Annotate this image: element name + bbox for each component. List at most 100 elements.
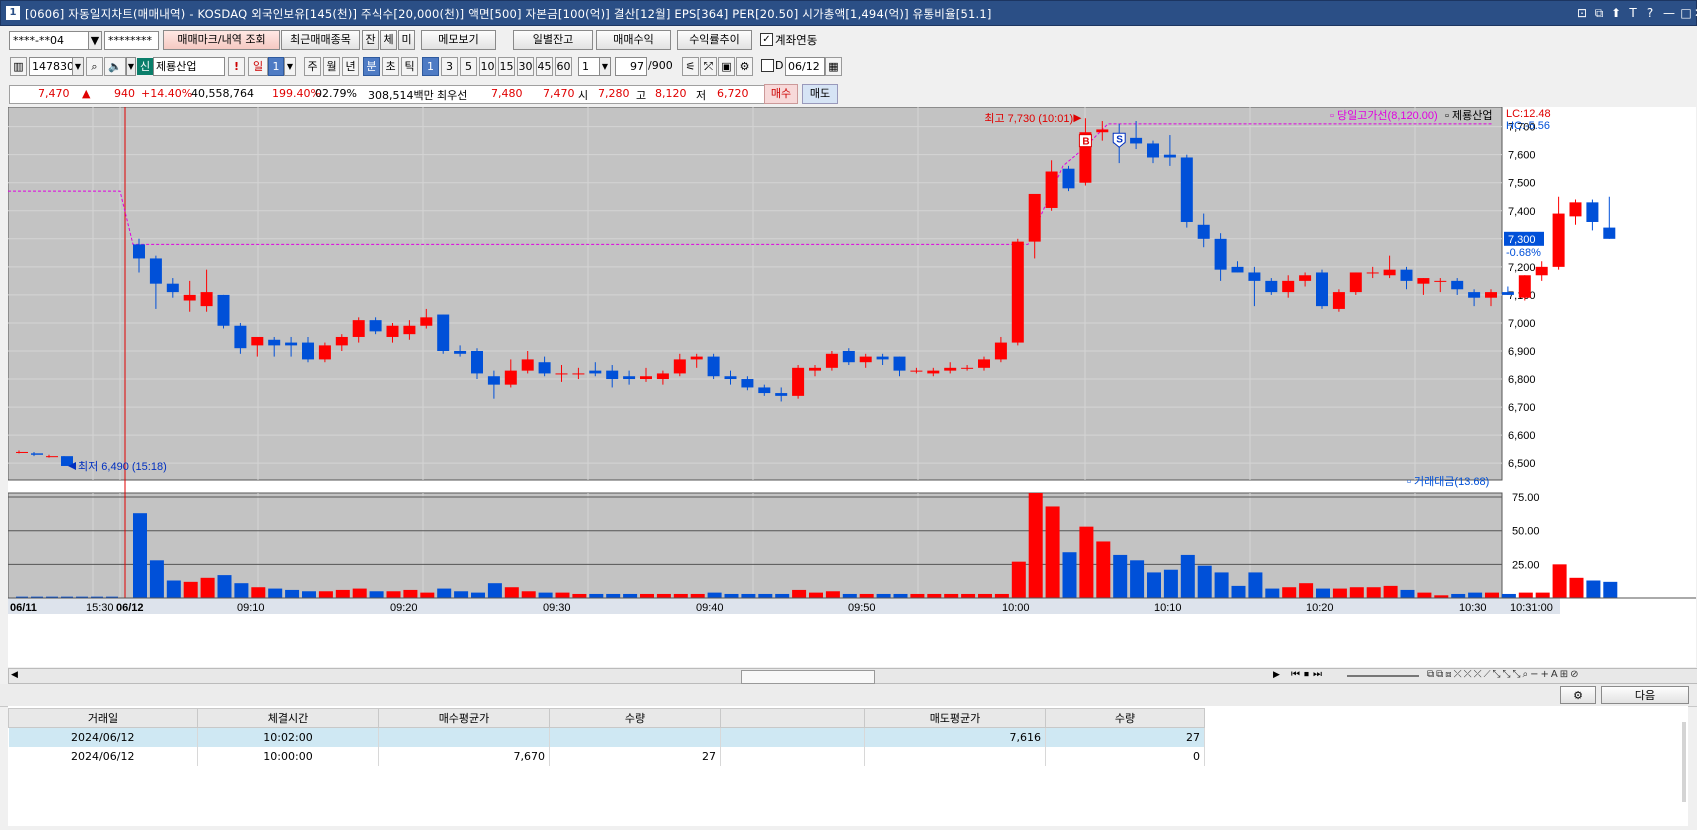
scroll-thumb[interactable] <box>741 670 875 684</box>
interval-15-button[interactable]: 15 <box>498 57 515 76</box>
candle-body <box>690 356 703 360</box>
interval-45-button[interactable]: 45 <box>536 57 553 76</box>
volume-bar <box>876 593 891 598</box>
period-value-field[interactable]: 1 <box>268 57 284 76</box>
col-exec-time[interactable]: 체결시간 <box>197 708 379 728</box>
window-font-icon[interactable]: T <box>1625 5 1641 21</box>
col-trade-date[interactable]: 거래일 <box>8 708 198 728</box>
chart-drawing-tools[interactable]: ⧉⧉⧈⤫⤫⤫⟋⤡⤡⤡⌕−+A⊞⊘ <box>1427 669 1581 680</box>
window-help-icon[interactable]: ? <box>1642 5 1658 21</box>
col-sell-qty[interactable]: 수량 <box>1045 708 1205 728</box>
best-quote-label: 최우선 <box>437 89 468 102</box>
date-field[interactable]: 06/12 <box>785 57 825 76</box>
volume-bar <box>454 591 469 598</box>
executed-button[interactable]: 체 <box>380 30 397 50</box>
count-select[interactable]: 1 <box>578 57 600 76</box>
date-checkbox-label: D <box>775 59 784 72</box>
candle-body <box>285 342 298 346</box>
memo-view-button[interactable]: 메모보기 <box>421 30 496 50</box>
col-sell-avg[interactable]: 매도평균가 <box>864 708 1046 728</box>
cell-date: 2024/06/12 <box>8 747 198 766</box>
table-row[interactable]: 2024/06/12 10:00:00 7,670 27 0 <box>8 747 1205 766</box>
chart-area[interactable]: 7,7007,6007,5007,4007,3007,2007,1007,000… <box>7 106 1696 699</box>
balance-button[interactable]: 잔 <box>362 30 379 50</box>
period-minute-button[interactable]: 분 <box>363 57 380 76</box>
interval-10-button[interactable]: 10 <box>479 57 496 76</box>
count-current-field[interactable]: 97 <box>615 57 647 76</box>
window-app-icon[interactable]: 1 <box>6 6 20 20</box>
daily-balance-button[interactable]: 일별잔고 <box>513 30 593 50</box>
buy-button[interactable]: 매수 <box>764 84 798 104</box>
alert-button[interactable]: ! <box>228 57 245 76</box>
new-listing-badge: 신 <box>137 58 153 75</box>
sound-dropdown-icon[interactable]: ▼ <box>126 57 136 76</box>
period-dropdown-icon[interactable]: ▼ <box>284 57 296 76</box>
interval-60-button[interactable]: 60 <box>555 57 572 76</box>
volume-tick-label: 25.00 <box>1512 559 1540 571</box>
candle-body <box>268 339 281 346</box>
volume-bar <box>1214 572 1229 598</box>
table-vertical-scrollbar[interactable] <box>1682 722 1686 802</box>
volume-bar <box>809 592 823 598</box>
window-tile-icon[interactable]: ⊡ <box>1574 5 1590 21</box>
volume-bar <box>1316 588 1330 598</box>
col-buy-avg[interactable]: 매수평균가 <box>378 708 550 728</box>
high-annotation: 최고 7,730 (10:01) <box>984 112 1073 125</box>
trade-profit-button[interactable]: 매매수익 <box>596 30 671 50</box>
col-buy-qty[interactable]: 수량 <box>549 708 721 728</box>
stock-code-field[interactable]: 147830 <box>29 57 73 76</box>
period-tick-button[interactable]: 틱 <box>401 57 418 76</box>
interval-3-button[interactable]: 3 <box>441 57 458 76</box>
best-bid-price: 7,470 <box>543 87 575 100</box>
chart-tools-icon[interactable]: ⤱ <box>700 57 717 76</box>
period-day-button[interactable]: 일 <box>248 57 268 76</box>
sound-icon[interactable]: 🔈 <box>104 57 126 76</box>
candlestick-chart[interactable]: 7,7007,6007,5007,4007,3007,2007,1007,000… <box>7 106 1696 667</box>
volume-bar <box>521 591 536 598</box>
gear-icon[interactable]: ⚙ <box>1560 686 1596 704</box>
scroll-right-icon[interactable]: ▶ <box>1273 670 1280 680</box>
period-second-button[interactable]: 초 <box>382 57 399 76</box>
next-button[interactable]: 다음 <box>1601 686 1689 704</box>
scroll-left-icon[interactable]: ◀ <box>11 670 18 680</box>
interval-30-button[interactable]: 30 <box>517 57 534 76</box>
calendar-icon[interactable]: ▦ <box>825 57 842 76</box>
date-checkbox[interactable] <box>761 59 774 72</box>
chart-settings-icon[interactable]: ⚟ <box>682 57 699 76</box>
account-field[interactable]: ****-**04 <box>9 31 89 50</box>
volume-ratio: 199.40% <box>272 87 321 100</box>
password-field[interactable]: ******** <box>104 31 159 50</box>
stock-legend: ▫ 제룡산업 <box>1445 109 1492 122</box>
candle-body <box>1180 157 1193 222</box>
window-minimize-button[interactable]: — <box>1661 5 1677 21</box>
save-icon[interactable]: ▣ <box>718 57 735 76</box>
zoom-slider[interactable] <box>1347 675 1419 677</box>
account-dropdown-icon[interactable]: ▼ <box>88 31 102 50</box>
count-dropdown-icon[interactable]: ▼ <box>599 57 611 76</box>
candle-body <box>454 350 467 354</box>
code-dropdown-icon[interactable]: ▼ <box>72 57 84 76</box>
interval-5-button[interactable]: 5 <box>460 57 477 76</box>
period-month-button[interactable]: 월 <box>323 57 340 76</box>
panel-toggle-icon[interactable]: ▥ <box>10 57 27 76</box>
trade-mark-query-button[interactable]: 매매마크/내역 조회 <box>163 30 280 50</box>
window-pin-icon[interactable]: ⬆ <box>1608 5 1624 21</box>
table-row[interactable]: 2024/06/12 10:02:00 7,616 27 <box>8 727 1205 747</box>
account-link-checkbox[interactable]: ✓ <box>760 33 773 46</box>
chart-scrollbar[interactable]: ◀ ▶ ⏮⏹⏭ ⧉⧉⧈⤫⤫⤫⟋⤡⤡⤡⌕−+A⊞⊘ <box>8 668 1697 684</box>
recent-trades-button[interactable]: 최근매매종목 <box>281 30 360 50</box>
stock-name-field[interactable]: 제룡산업 <box>153 57 225 76</box>
sell-button[interactable]: 매도 <box>802 84 838 104</box>
candle-body <box>741 379 754 388</box>
gear-icon[interactable]: ⚙ <box>736 57 753 76</box>
return-trend-button[interactable]: 수익률추이 <box>677 30 752 50</box>
period-year-button[interactable]: 년 <box>342 57 359 76</box>
window-link-icon[interactable]: ⧉ <box>1591 5 1607 21</box>
window-maximize-button[interactable]: □ <box>1678 5 1694 21</box>
unfilled-button[interactable]: 미 <box>398 30 415 50</box>
period-week-button[interactable]: 주 <box>304 57 321 76</box>
search-icon[interactable]: ⌕ <box>86 57 103 76</box>
candle-body <box>1518 275 1531 298</box>
interval-1-button[interactable]: 1 <box>422 57 439 76</box>
playback-controls[interactable]: ⏮⏹⏭ <box>1291 669 1326 680</box>
